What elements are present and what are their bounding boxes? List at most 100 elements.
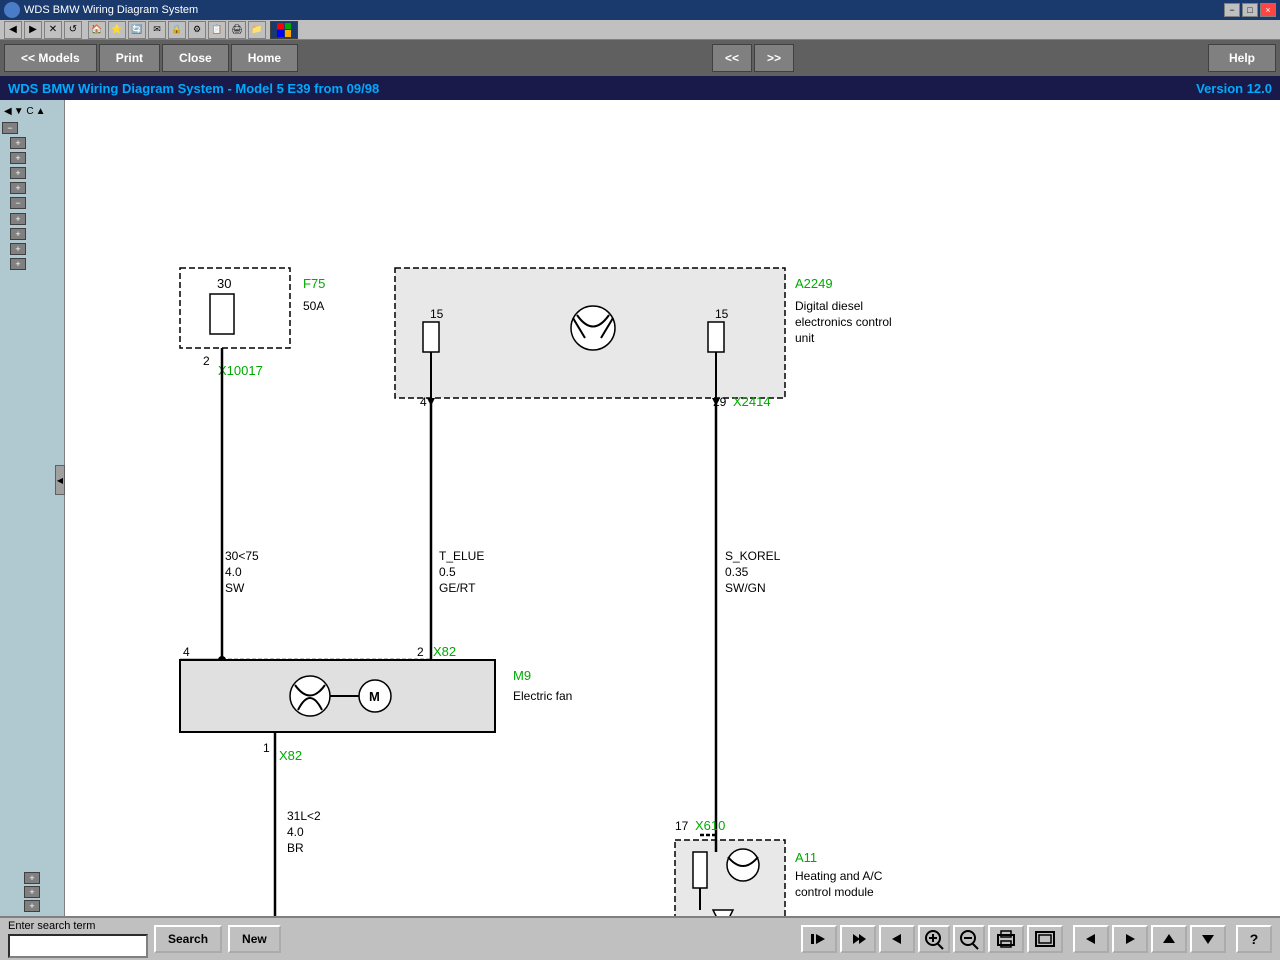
title-bar-text: WDS BMW Wiring Diagram System	[24, 4, 198, 16]
sidebar-arrow-up[interactable]: ▲	[36, 106, 46, 117]
sidebar-expand-6[interactable]: +	[10, 228, 26, 240]
nav-left-button[interactable]	[1073, 925, 1109, 953]
browser-fwd[interactable]: ▶	[24, 21, 42, 39]
title-bar: WDS BMW Wiring Diagram System − □ ×	[0, 0, 1280, 20]
search-button[interactable]: Search	[154, 925, 222, 953]
main-area: ◀ ▼ C ▲ − + + + + − + + + + +	[0, 100, 1280, 916]
nav-first-button[interactable]	[801, 925, 837, 953]
svg-text:SW/GN: SW/GN	[725, 581, 766, 595]
search-label: Enter search term	[8, 920, 148, 932]
svg-text:30<75: 30<75	[225, 549, 259, 563]
print-button[interactable]: Print	[99, 44, 160, 72]
svg-text:X82: X82	[279, 748, 302, 763]
prev-button[interactable]: <<	[712, 44, 752, 72]
close-button-title[interactable]: ×	[1260, 3, 1276, 17]
a2249-component[interactable]: A2249 Digital diesel electronics control…	[395, 268, 892, 409]
svg-text:X10017: X10017	[218, 363, 263, 378]
zoom-out-button[interactable]	[953, 925, 985, 953]
new-button[interactable]: New	[228, 925, 281, 953]
sidebar-arrow-left[interactable]: ◀	[4, 106, 12, 117]
svg-text:GE/RT: GE/RT	[439, 581, 476, 595]
sidebar-collapse-2[interactable]: −	[10, 197, 26, 209]
icon3[interactable]: 🔄	[128, 21, 146, 39]
title-bar-left: WDS BMW Wiring Diagram System	[4, 2, 198, 18]
svg-text:X2414: X2414	[733, 394, 771, 409]
diagram-area[interactable]: 30 F75 50A 2 X10017 4 30<75 4.0 SW A	[65, 100, 1280, 916]
svg-text:30: 30	[217, 276, 231, 291]
f75-component[interactable]: 30 F75 50A 2 X10017	[180, 268, 325, 378]
nav-up-button[interactable]	[1151, 925, 1187, 953]
svg-text:15: 15	[715, 307, 729, 321]
sidebar-expand-7[interactable]: +	[10, 243, 26, 255]
wiring-diagram: 30 F75 50A 2 X10017 4 30<75 4.0 SW A	[65, 100, 1280, 916]
sidebar-top: ◀ ▼ C ▲	[2, 104, 62, 119]
icon8[interactable]: 🖨	[228, 21, 246, 39]
close-button[interactable]: Close	[162, 44, 229, 72]
icon4[interactable]: ✉	[148, 21, 166, 39]
svg-text:Electric fan: Electric fan	[513, 689, 572, 703]
svg-text:0.5: 0.5	[439, 565, 456, 579]
svg-text:SW: SW	[225, 581, 245, 595]
svg-text:M: M	[369, 689, 380, 704]
svg-text:0.35: 0.35	[725, 565, 749, 579]
svg-text:2: 2	[203, 354, 210, 368]
help-button[interactable]: Help	[1208, 44, 1276, 72]
screenshot-button[interactable]	[1027, 925, 1063, 953]
sidebar-expand-4[interactable]: +	[10, 182, 26, 194]
svg-text:4: 4	[420, 395, 427, 409]
sidebar-expand-5[interactable]: +	[10, 213, 26, 225]
icon1[interactable]: 🏠	[88, 21, 106, 39]
sidebar-scroll-down2[interactable]: +	[24, 900, 40, 912]
svg-text:electronics control: electronics control	[795, 315, 892, 329]
sidebar-scroll-up[interactable]: +	[24, 872, 40, 884]
models-button[interactable]: << Models	[4, 44, 97, 72]
svg-text:A2249: A2249	[795, 276, 833, 291]
svg-text:X610: X610	[695, 818, 725, 833]
svg-text:50A: 50A	[303, 299, 324, 313]
icon5[interactable]: 🔒	[168, 21, 186, 39]
restore-button[interactable]: □	[1242, 3, 1258, 17]
nav-prev-button[interactable]	[879, 925, 915, 953]
svg-text:15: 15	[430, 307, 444, 321]
svg-text:M9: M9	[513, 668, 531, 683]
sidebar-expand-8[interactable]: +	[10, 258, 26, 270]
status-bar: Enter search term Search New	[0, 916, 1280, 960]
zoom-in-button[interactable]	[918, 925, 950, 953]
svg-text:Digital diesel: Digital diesel	[795, 299, 863, 313]
app-title-bar: WDS BMW Wiring Diagram System - Model 5 …	[0, 76, 1280, 100]
nav-right-button[interactable]	[1112, 925, 1148, 953]
icon9[interactable]: 📁	[248, 21, 266, 39]
search-input[interactable]	[8, 934, 148, 958]
svg-text:unit: unit	[795, 331, 815, 345]
menu-bar: ◀ ▶ ✕ ↺ 🏠 ⭐ 🔄 ✉ 🔒 ⚙ 📋 🖨 📁	[0, 20, 1280, 40]
svg-text:4: 4	[183, 645, 190, 659]
sidebar-collapse-handle[interactable]: ◀	[55, 465, 65, 495]
sidebar-scroll-down[interactable]: +	[24, 886, 40, 898]
m9-component[interactable]: M M9 Electric fan	[180, 660, 572, 732]
sidebar-collapse-1[interactable]: −	[2, 122, 18, 134]
svg-text:F75: F75	[303, 276, 325, 291]
svg-text:1: 1	[263, 741, 270, 755]
browser-back[interactable]: ◀	[4, 21, 22, 39]
next-button[interactable]: >>	[754, 44, 794, 72]
nav-down-button[interactable]	[1190, 925, 1226, 953]
svg-text:T_ELUE: T_ELUE	[439, 549, 484, 563]
sidebar-expand-1[interactable]: +	[10, 137, 26, 149]
help-diagram-button[interactable]: ?	[1236, 925, 1272, 953]
browser-refresh[interactable]: ↺	[64, 21, 82, 39]
nav-prev-frame-button[interactable]	[840, 925, 876, 953]
sidebar-expand-3[interactable]: +	[10, 167, 26, 179]
icon7[interactable]: 📋	[208, 21, 226, 39]
svg-text:4.0: 4.0	[225, 565, 242, 579]
sidebar-expand-2[interactable]: +	[10, 152, 26, 164]
a11-component[interactable]: 31 A11 Heating and A/C control module	[675, 840, 883, 916]
browser-stop[interactable]: ✕	[44, 21, 62, 39]
home-button[interactable]: Home	[231, 44, 298, 72]
icon6[interactable]: ⚙	[188, 21, 206, 39]
print-diagram-button[interactable]	[988, 925, 1024, 953]
icon2[interactable]: ⭐	[108, 21, 126, 39]
windows-icon	[4, 2, 20, 18]
minimize-button[interactable]: −	[1224, 3, 1240, 17]
title-bar-controls: − □ ×	[1224, 3, 1276, 17]
sidebar-dropdown[interactable]: ▼ C	[14, 106, 34, 117]
